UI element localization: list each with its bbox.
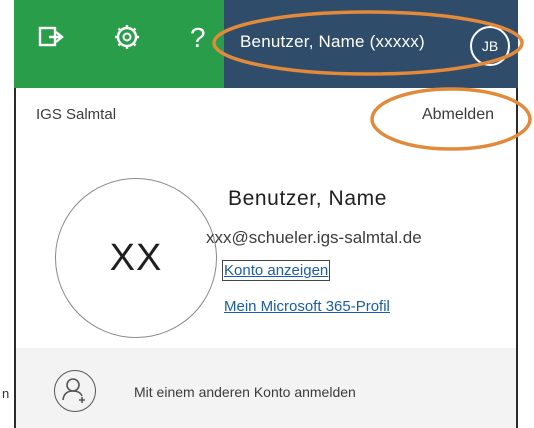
help-icon[interactable]: ? <box>190 22 206 54</box>
sign-out-link[interactable]: Abmelden <box>422 106 494 124</box>
email-address: xxx@schueler.igs-salmtal.de <box>206 228 422 247</box>
view-account-link[interactable]: Konto anzeigen <box>221 260 331 281</box>
gear-icon[interactable] <box>112 22 142 57</box>
add-account-icon <box>54 370 96 412</box>
user-initials-badge[interactable]: JB <box>470 26 510 66</box>
top-bar: ? Benutzer, Name (xxxxx) JB <box>14 0 518 88</box>
m365-profile-link[interactable]: Mein Microsoft 365-Profil <box>224 298 390 315</box>
account-header[interactable]: Benutzer, Name (xxxxx) JB <box>224 0 518 88</box>
display-name: Benutzer, Name <box>228 187 387 210</box>
compose-send-icon[interactable] <box>36 22 66 57</box>
header-user-name[interactable]: Benutzer, Name (xxxxx) <box>240 32 425 52</box>
app-toolbar: ? <box>14 0 224 88</box>
avatar: XX <box>55 178 217 338</box>
edge-text-fragment: n <box>2 386 10 401</box>
other-account-label: Mit einem anderen Konto anmelden <box>134 384 356 400</box>
organization-name: IGS Salmtal <box>36 106 117 123</box>
